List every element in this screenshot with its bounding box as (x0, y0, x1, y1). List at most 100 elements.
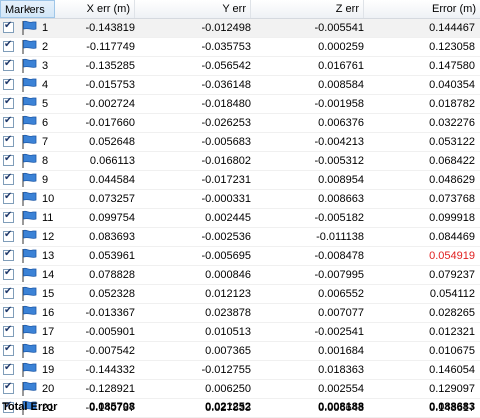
total-error-row: Total Error 0.085708 0.021252 0.008188 0… (0, 399, 480, 415)
z-err-cell: 0.008584 (318, 79, 364, 91)
marker-flag-icon (22, 210, 37, 225)
y-err-cell: -0.036148 (201, 79, 251, 91)
table-row[interactable]: 19 -0.144332 -0.012755 0.018363 0.146054 (0, 361, 480, 380)
table-row[interactable]: 14 0.078828 0.000846 -0.007995 0.079237 (0, 266, 480, 285)
total-z-err: 0.008188 (318, 401, 364, 413)
checkbox-checked-icon[interactable] (3, 77, 14, 90)
error-cell: 0.054112 (429, 288, 475, 300)
table-row[interactable]: 9 0.044584 -0.017231 0.008954 0.048629 (0, 171, 480, 190)
column-header-error[interactable]: Error (m) (364, 0, 480, 18)
marker-flag-icon (22, 229, 37, 244)
error-cell: 0.018782 (429, 98, 475, 110)
table-row[interactable]: 6 -0.017660 -0.026253 0.006376 0.032276 (0, 114, 480, 133)
table-row[interactable]: 5 -0.002724 -0.018480 -0.001958 0.018782 (0, 95, 480, 114)
table-row[interactable]: 15 0.052328 0.012123 0.006552 0.054112 (0, 285, 480, 304)
column-header-y-err[interactable]: Y err (135, 0, 251, 18)
checkbox-checked-icon[interactable] (3, 20, 14, 33)
table-row[interactable]: 1 -0.143819 -0.012498 -0.005541 0.144467 (0, 19, 480, 38)
checkbox-checked-icon[interactable] (3, 191, 14, 204)
y-err-cell: -0.035753 (201, 41, 251, 53)
checkbox-checked-icon[interactable] (3, 286, 14, 299)
z-err-cell: -0.008478 (314, 250, 364, 262)
error-cell: 0.123058 (429, 41, 475, 53)
checkbox-checked-icon[interactable] (3, 153, 14, 166)
table-row[interactable]: 20 -0.128921 0.006250 0.002554 0.129097 (0, 380, 480, 399)
checkbox-checked-icon[interactable] (3, 381, 14, 394)
table-row[interactable]: 12 0.083693 -0.002536 -0.011138 0.084469 (0, 228, 480, 247)
total-x-err: 0.085708 (89, 401, 135, 413)
checkbox-checked-icon[interactable] (3, 305, 14, 318)
x-err-cell: -0.002724 (85, 98, 135, 110)
z-err-cell: 0.016761 (318, 60, 364, 72)
checkbox-checked-icon[interactable] (3, 362, 14, 375)
x-err-cell: -0.005901 (85, 326, 135, 338)
error-cell: 0.032276 (429, 117, 475, 129)
error-cell: 0.048629 (429, 174, 475, 186)
y-err-cell: -0.056542 (201, 60, 251, 72)
checkbox-checked-icon[interactable] (3, 39, 14, 52)
table-row[interactable]: 16 -0.013367 0.023878 0.007077 0.028265 (0, 304, 480, 323)
checkbox-checked-icon[interactable] (3, 115, 14, 128)
table-row[interactable]: 13 0.053961 -0.005695 -0.008478 0.054919 (0, 247, 480, 266)
marker-label: 11 (42, 212, 54, 224)
error-cell: 0.054919 (429, 250, 475, 262)
y-err-cell: -0.012498 (201, 22, 251, 34)
y-err-cell: -0.005695 (201, 250, 251, 262)
z-err-cell: 0.008954 (318, 174, 364, 186)
total-error-label: Total Error (2, 401, 58, 413)
marker-label: 20 (42, 383, 55, 395)
checkbox-checked-icon[interactable] (3, 248, 14, 261)
z-err-cell: 0.006552 (318, 288, 364, 300)
column-header-x-err[interactable]: X err (m) (55, 0, 135, 18)
marker-flag-icon (22, 305, 37, 320)
marker-flag-icon (22, 191, 37, 206)
y-err-cell: -0.026253 (201, 117, 251, 129)
table-row[interactable]: 3 -0.135285 -0.056542 0.016761 0.147580 (0, 57, 480, 76)
x-err-cell: 0.044584 (89, 174, 135, 186)
table-row[interactable]: 10 0.073257 -0.000331 0.008663 0.073768 (0, 190, 480, 209)
marker-flag-icon (22, 77, 37, 92)
error-cell: 0.012321 (429, 326, 475, 338)
marker-flag-icon (22, 172, 37, 187)
y-err-cell: -0.012755 (201, 364, 251, 376)
table-header: Markers ▲ X err (m) Y err Z err Error (m… (0, 0, 480, 19)
marker-flag-icon (22, 39, 37, 54)
table-row[interactable]: 18 -0.007542 0.007365 0.001684 0.010675 (0, 342, 480, 361)
table-row[interactable]: 8 0.066113 -0.016802 -0.005312 0.068422 (0, 152, 480, 171)
error-cell: 0.028265 (429, 307, 475, 319)
table-row[interactable]: 4 -0.015753 -0.036148 0.008584 0.040354 (0, 76, 480, 95)
x-err-cell: -0.143819 (85, 22, 135, 34)
checkbox-checked-icon[interactable] (3, 134, 14, 147)
marker-flag-icon (22, 153, 37, 168)
marker-flag-icon (22, 324, 37, 339)
table-row[interactable]: 11 0.099754 0.002445 -0.005182 0.099918 (0, 209, 480, 228)
sort-up-icon: ▲ (25, 3, 33, 12)
z-err-cell: -0.005182 (314, 212, 364, 224)
marker-label: 9 (42, 174, 49, 186)
table-row[interactable]: 2 -0.117749 -0.035753 0.000259 0.123058 (0, 38, 480, 57)
checkbox-checked-icon[interactable] (3, 267, 14, 280)
z-err-cell: 0.001684 (318, 345, 364, 357)
checkbox-checked-icon[interactable] (3, 58, 14, 71)
checkbox-checked-icon[interactable] (3, 229, 14, 242)
y-err-cell: -0.005683 (201, 136, 251, 148)
x-err-cell: -0.013367 (85, 307, 135, 319)
error-cell: 0.129097 (429, 383, 475, 395)
y-err-cell: 0.012123 (205, 288, 251, 300)
checkbox-checked-icon[interactable] (3, 172, 14, 185)
total-y-err: 0.021252 (205, 401, 251, 413)
marker-label: 12 (42, 231, 55, 243)
error-cell: 0.084469 (429, 231, 475, 243)
marker-label: 8 (42, 155, 49, 167)
column-header-markers[interactable]: Markers ▲ (0, 0, 55, 18)
marker-flag-icon (22, 362, 37, 377)
column-header-z-err[interactable]: Z err (251, 0, 364, 18)
checkbox-checked-icon[interactable] (3, 96, 14, 109)
checkbox-checked-icon[interactable] (3, 343, 14, 356)
table-row[interactable]: 17 -0.005901 0.010513 -0.002541 0.012321 (0, 323, 480, 342)
checkbox-checked-icon[interactable] (3, 210, 14, 223)
table-row[interactable]: 7 0.052648 -0.005683 -0.004213 0.053122 (0, 133, 480, 152)
error-cell: 0.068422 (429, 155, 475, 167)
y-err-cell: 0.023878 (205, 307, 251, 319)
checkbox-checked-icon[interactable] (3, 324, 14, 337)
